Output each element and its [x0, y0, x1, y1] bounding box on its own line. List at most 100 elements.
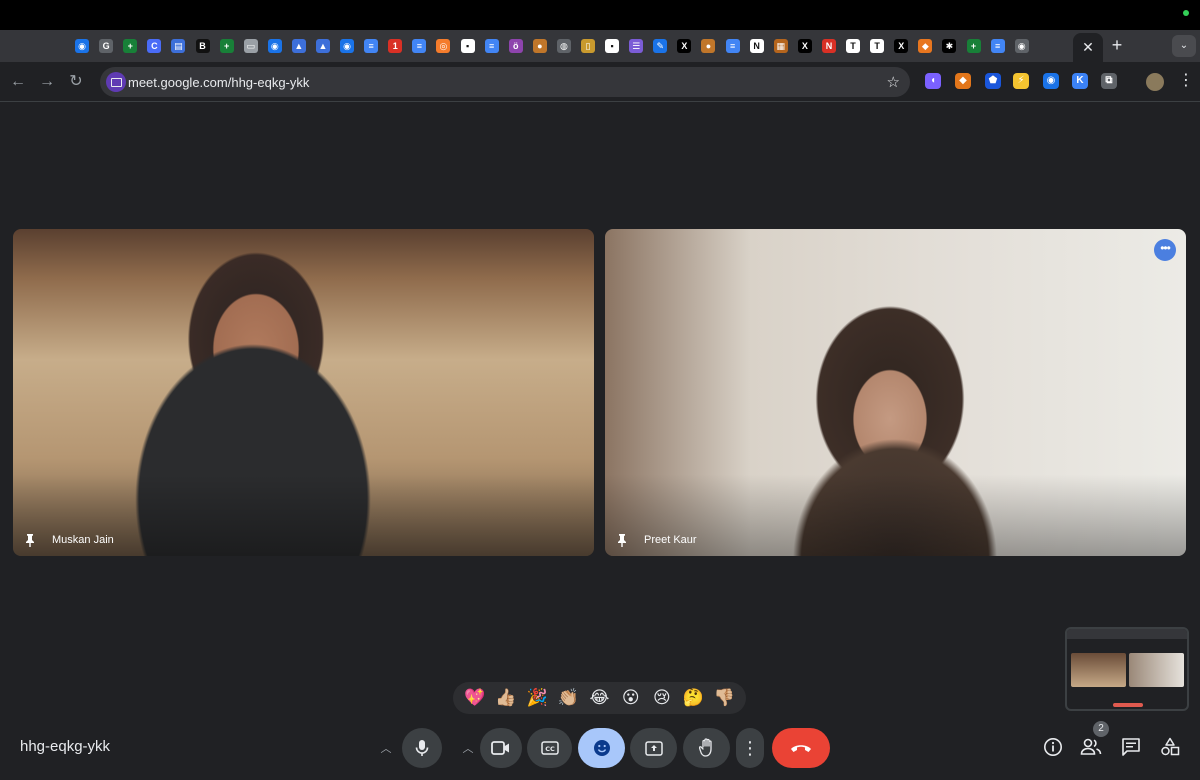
url-text[interactable]: meet.google.com/hhg-eqkg-ykk [128, 75, 309, 90]
reaction-emoji[interactable]: 😮 [617, 688, 645, 708]
reaction-emoji[interactable]: 🎉 [523, 688, 551, 708]
participant-tile[interactable]: ••• Preet Kaur [605, 229, 1186, 556]
chevron-up-icon: ︿ [462, 743, 474, 755]
self-view-preview[interactable] [1065, 627, 1189, 711]
forward-icon[interactable]: → [37, 72, 57, 92]
browser-tab[interactable]: + [961, 36, 985, 56]
browser-tab[interactable]: ● [696, 36, 720, 56]
video-options-button[interactable]: ︿ [454, 728, 482, 768]
bookmark-star-icon[interactable]: ☆ [887, 73, 900, 91]
browser-tab[interactable]: ◉ [335, 36, 359, 56]
back-icon[interactable]: ← [8, 72, 28, 92]
browser-tab[interactable]: ≡ [986, 36, 1010, 56]
browser-tab[interactable]: ◎ [431, 36, 455, 56]
participant-tile[interactable]: Muskan Jain [13, 229, 594, 556]
browser-tab[interactable]: C [142, 36, 166, 56]
puzzle-icon[interactable]: ⧉ [1101, 73, 1117, 89]
browser-tab[interactable]: + [215, 36, 239, 56]
people-icon [1080, 738, 1102, 755]
browser-tab[interactable]: ▪ [600, 36, 624, 56]
browser-tab[interactable]: T [841, 36, 865, 56]
browser-tab[interactable]: ◍ [552, 36, 576, 56]
browser-tab[interactable]: ✱ [937, 36, 961, 56]
browser-tab[interactable]: ◉ [263, 36, 287, 56]
sheets-icon: + [123, 39, 138, 53]
leave-call-button[interactable] [772, 728, 830, 768]
browser-tab[interactable]: ▲ [311, 36, 335, 56]
ball-icon: ● [532, 39, 547, 53]
pin-icon[interactable] [24, 533, 36, 547]
reaction-emoji[interactable]: 👏🏼 [554, 688, 582, 708]
bolt-icon[interactable]: ⚡ [1013, 73, 1029, 89]
browser-tab[interactable]: X [672, 36, 696, 56]
browser-tab[interactable]: ◆ [913, 36, 937, 56]
browser-tab[interactable]: ≡ [359, 36, 383, 56]
people-button[interactable] [1079, 735, 1103, 759]
shield-icon[interactable]: ⬟ [985, 73, 1001, 89]
raise-hand-button[interactable] [683, 728, 730, 768]
browser-tab[interactable]: ▯ [576, 36, 600, 56]
browser-tab[interactable]: N [745, 36, 769, 56]
notion-icon: N [749, 39, 764, 53]
browser-tab[interactable]: 1 [383, 36, 407, 56]
browser-tab[interactable]: ≡ [407, 36, 431, 56]
browser-tab[interactable]: ● [528, 36, 552, 56]
address-bar[interactable]: meet.google.com/hhg-eqkg-ykk ☆ [100, 67, 910, 97]
orange-icon: ◎ [436, 39, 451, 53]
k-icon[interactable]: K [1072, 73, 1088, 89]
browser-tab[interactable]: ◉ [1010, 36, 1034, 56]
more-options-icon[interactable]: ••• [1154, 239, 1176, 261]
close-tab-icon[interactable]: ✕ [1082, 39, 1094, 56]
browser-tab[interactable]: X [889, 36, 913, 56]
browser-tab[interactable]: ☰ [624, 36, 648, 56]
elephant-icon[interactable]: ◖ [925, 73, 941, 89]
hand-icon [698, 738, 712, 757]
browser-tab[interactable]: ≡ [721, 36, 745, 56]
pin-icon[interactable] [616, 533, 628, 547]
activities-button[interactable] [1158, 735, 1182, 759]
metamask-icon[interactable]: ◆ [955, 73, 971, 89]
browser-tab[interactable]: ▭ [239, 36, 263, 56]
reaction-emoji[interactable]: 💖 [461, 688, 489, 708]
reaction-emoji[interactable]: 👎🏼 [710, 688, 738, 708]
reload-icon[interactable]: ↻ [66, 72, 86, 92]
reaction-emoji[interactable]: 🤔 [679, 688, 707, 708]
browser-tab[interactable]: G [94, 36, 118, 56]
microphone-button[interactable] [402, 728, 442, 768]
audio-options-button[interactable]: ︿ [372, 728, 400, 768]
active-tab[interactable]: ✕ [1073, 33, 1103, 62]
target-icon[interactable]: ◉ [1043, 73, 1059, 89]
browser-tab[interactable]: ◉ [70, 36, 94, 56]
browser-tab[interactable]: B [190, 36, 214, 56]
browser-tab[interactable]: ≡ [480, 36, 504, 56]
browser-menu-icon[interactable]: ⋮ [1178, 70, 1194, 92]
browser-tab[interactable]: ▦ [769, 36, 793, 56]
browser-tab[interactable]: ✎ [648, 36, 672, 56]
browser-tab[interactable]: + [118, 36, 142, 56]
browser-tab[interactable]: N [817, 36, 841, 56]
browser-tab[interactable]: T [865, 36, 889, 56]
captions-button[interactable]: CC [527, 728, 572, 768]
browser-tab[interactable]: ▤ [166, 36, 190, 56]
new-tab-button[interactable]: + [1108, 36, 1126, 54]
tab-search-button[interactable]: ⌄ [1172, 35, 1196, 57]
browser-tab[interactable]: X [793, 36, 817, 56]
chat-button[interactable] [1119, 735, 1143, 759]
reaction-emoji[interactable]: 😂 [585, 688, 613, 708]
square-icon: ▪ [460, 39, 475, 53]
more-options-button[interactable]: ⋮ [736, 728, 764, 768]
circle-c-icon: C [147, 39, 162, 53]
browser-tab[interactable]: ▲ [287, 36, 311, 56]
browser-tab[interactable]: ö [504, 36, 528, 56]
browser-tab[interactable]: ▪ [456, 36, 480, 56]
present-screen-button[interactable] [630, 728, 677, 768]
reaction-emoji[interactable]: 😢 [648, 688, 676, 708]
site-info-icon[interactable] [106, 72, 126, 92]
participant-name: Muskan Jain [52, 534, 114, 546]
camera-button[interactable] [480, 728, 522, 768]
meet-icon: ◉ [340, 39, 355, 53]
meeting-details-button[interactable] [1041, 735, 1065, 759]
profile-avatar[interactable] [1146, 73, 1164, 91]
reactions-button[interactable] [578, 728, 625, 768]
reaction-emoji[interactable]: 👍🏼 [492, 688, 520, 708]
